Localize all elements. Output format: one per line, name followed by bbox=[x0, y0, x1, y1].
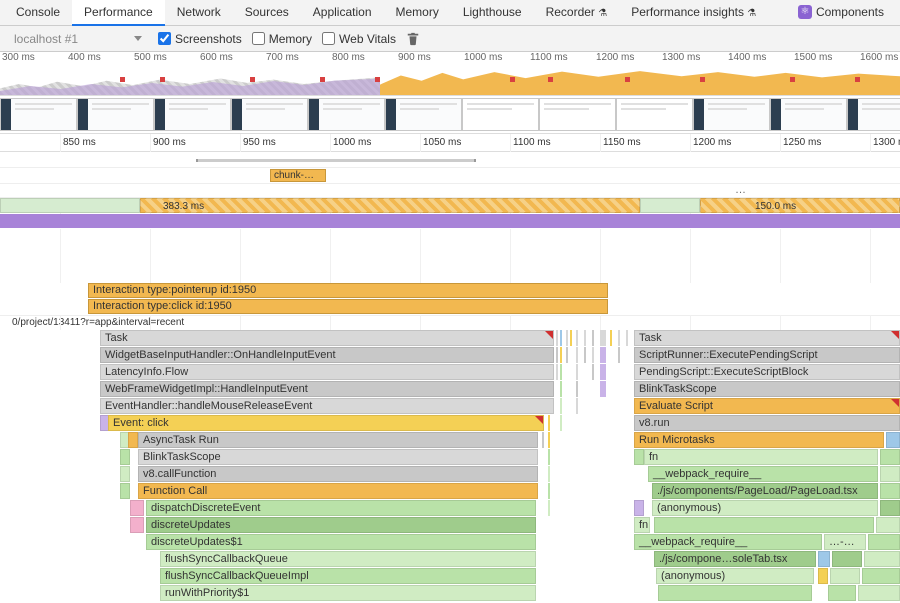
tab-components[interactable]: ⚛ Components bbox=[786, 0, 896, 26]
memory-checkbox[interactable]: Memory bbox=[252, 32, 312, 46]
flame-bar[interactable]: BlinkTaskScope bbox=[634, 381, 900, 397]
timing-right-label: 150.0 ms bbox=[705, 201, 796, 212]
react-icon: ⚛ bbox=[798, 5, 812, 19]
flame-bar[interactable]: ./js/components/PageLoad/PageLoad.tsx bbox=[652, 483, 878, 499]
flame-bar[interactable]: LatencyInfo.Flow bbox=[100, 364, 554, 380]
overview-minimap bbox=[0, 65, 900, 95]
screenshot-thumb[interactable] bbox=[77, 98, 154, 131]
main-area: 850 ms900 ms950 ms1000 ms1050 ms1100 ms1… bbox=[0, 134, 900, 602]
flame-bar[interactable]: v8.run bbox=[634, 415, 900, 431]
tab-recorder[interactable]: Recorder ⚗ bbox=[534, 0, 620, 26]
timing-left-label: 383.3 ms bbox=[145, 201, 204, 212]
flame-bar[interactable]: discreteUpdates bbox=[146, 517, 536, 533]
screenshot-thumb[interactable] bbox=[385, 98, 462, 131]
flame-task[interactable]: Task bbox=[100, 330, 554, 346]
flame-bar[interactable]: EventHandler::handleMouseReleaseEvent bbox=[100, 398, 554, 414]
screenshot-thumb[interactable] bbox=[154, 98, 231, 131]
network-track[interactable]: chunk-… bbox=[0, 168, 900, 184]
flame-bar[interactable]: Function Call bbox=[138, 483, 538, 499]
timings-track[interactable]: 383.3 ms 150.0 ms bbox=[0, 198, 900, 214]
screenshot-thumb[interactable] bbox=[847, 98, 900, 131]
screenshot-thumb[interactable] bbox=[308, 98, 385, 131]
flame-chart[interactable]: Task Task WidgetBaseInputHandler::OnHand… bbox=[0, 330, 900, 602]
flame-bar[interactable]: …-… bbox=[824, 534, 866, 550]
interaction-bar[interactable]: Interaction type:pointerup id:1950 bbox=[88, 283, 608, 298]
purple-band bbox=[0, 214, 900, 229]
flame-bar[interactable]: WidgetBaseInputHandler::OnHandleInputEve… bbox=[100, 347, 554, 363]
performance-toolbar: localhost #1 Screenshots Memory Web Vita… bbox=[0, 26, 900, 52]
url-label: 0/project/13411?r=app&interval=recent bbox=[0, 315, 900, 330]
webvitals-checkbox[interactable]: Web Vitals bbox=[322, 32, 396, 46]
flame-bar[interactable]: PendingScript::ExecuteScriptBlock bbox=[634, 364, 900, 380]
flame-task[interactable]: Task bbox=[634, 330, 900, 346]
flame-bar[interactable]: AsyncTask Run bbox=[138, 432, 538, 448]
flame-bar[interactable]: WebFrameWidgetImpl::HandleInputEvent bbox=[100, 381, 554, 397]
flame-bar[interactable]: dispatchDiscreteEvent bbox=[146, 500, 536, 516]
screenshot-thumb[interactable] bbox=[0, 98, 77, 131]
flask-icon: ⚗ bbox=[598, 8, 607, 19]
chunk-bar[interactable]: chunk-… bbox=[270, 169, 326, 182]
interactions-track[interactable]: Interaction type:pointerup id:1950 bbox=[0, 283, 900, 299]
flame-bar[interactable]: ./js/compone…soleTab.tsx bbox=[654, 551, 816, 567]
tab-network[interactable]: Network bbox=[165, 0, 233, 26]
screenshots-strip[interactable] bbox=[0, 96, 900, 134]
flame-bar[interactable]: flushSyncCallbackQueue bbox=[160, 551, 536, 567]
flame-bar[interactable]: flushSyncCallbackQueueImpl bbox=[160, 568, 536, 584]
main-ruler: 850 ms900 ms950 ms1000 ms1050 ms1100 ms1… bbox=[0, 134, 900, 152]
screenshot-thumb[interactable] bbox=[770, 98, 847, 131]
tab-performance[interactable]: Performance bbox=[72, 0, 165, 26]
interaction-bar[interactable]: Interaction type:click id:1950 bbox=[88, 299, 608, 314]
flame-bar[interactable]: runWithPriority$1 bbox=[160, 585, 536, 601]
flame-bar[interactable]: fn bbox=[644, 449, 878, 465]
screenshot-thumb[interactable] bbox=[539, 98, 616, 131]
tab-lighthouse[interactable]: Lighthouse bbox=[451, 0, 534, 26]
screenshot-thumb[interactable] bbox=[616, 98, 693, 131]
flame-bar[interactable]: ScriptRunner::ExecutePendingScript bbox=[634, 347, 900, 363]
flame-bar[interactable]: __webpack_require__ bbox=[634, 534, 822, 550]
flask-icon: ⚗ bbox=[747, 8, 756, 19]
screenshot-thumb[interactable] bbox=[231, 98, 308, 131]
flame-bar[interactable]: discreteUpdates$1 bbox=[146, 534, 536, 550]
overview-ruler: 300 ms400 ms500 ms600 ms700 ms800 ms900 … bbox=[0, 52, 900, 63]
trash-icon[interactable] bbox=[406, 31, 420, 47]
flame-bar[interactable]: Event: click bbox=[108, 415, 544, 431]
overview-timeline[interactable]: 300 ms400 ms500 ms600 ms700 ms800 ms900 … bbox=[0, 52, 900, 96]
tab-application[interactable]: Application bbox=[301, 0, 384, 26]
tab-console[interactable]: Console bbox=[4, 0, 72, 26]
flame-bar[interactable]: __webpack_require__ bbox=[648, 466, 878, 482]
screenshots-checkbox[interactable]: Screenshots bbox=[158, 32, 242, 46]
flame-bar[interactable]: Evaluate Script bbox=[634, 398, 900, 414]
flame-bar[interactable]: (anonymous) bbox=[652, 500, 878, 516]
flame-bar[interactable]: Run Microtasks bbox=[634, 432, 884, 448]
recording-dropdown[interactable]: localhost #1 bbox=[8, 30, 148, 48]
screenshot-thumb[interactable] bbox=[693, 98, 770, 131]
flame-bar[interactable]: BlinkTaskScope bbox=[138, 449, 538, 465]
tab-memory[interactable]: Memory bbox=[384, 0, 451, 26]
ellipsis-indicator: … bbox=[735, 184, 746, 196]
screenshot-thumb[interactable] bbox=[462, 98, 539, 131]
tab-perf-insights[interactable]: Performance insights ⚗ bbox=[619, 0, 768, 26]
flame-bar[interactable]: (anonymous) bbox=[656, 568, 814, 584]
flame-bar[interactable]: fn bbox=[634, 517, 650, 533]
devtools-tabs: Console Performance Network Sources Appl… bbox=[0, 0, 900, 26]
flame-bar[interactable]: v8.callFunction bbox=[138, 466, 538, 482]
tab-sources[interactable]: Sources bbox=[233, 0, 301, 26]
